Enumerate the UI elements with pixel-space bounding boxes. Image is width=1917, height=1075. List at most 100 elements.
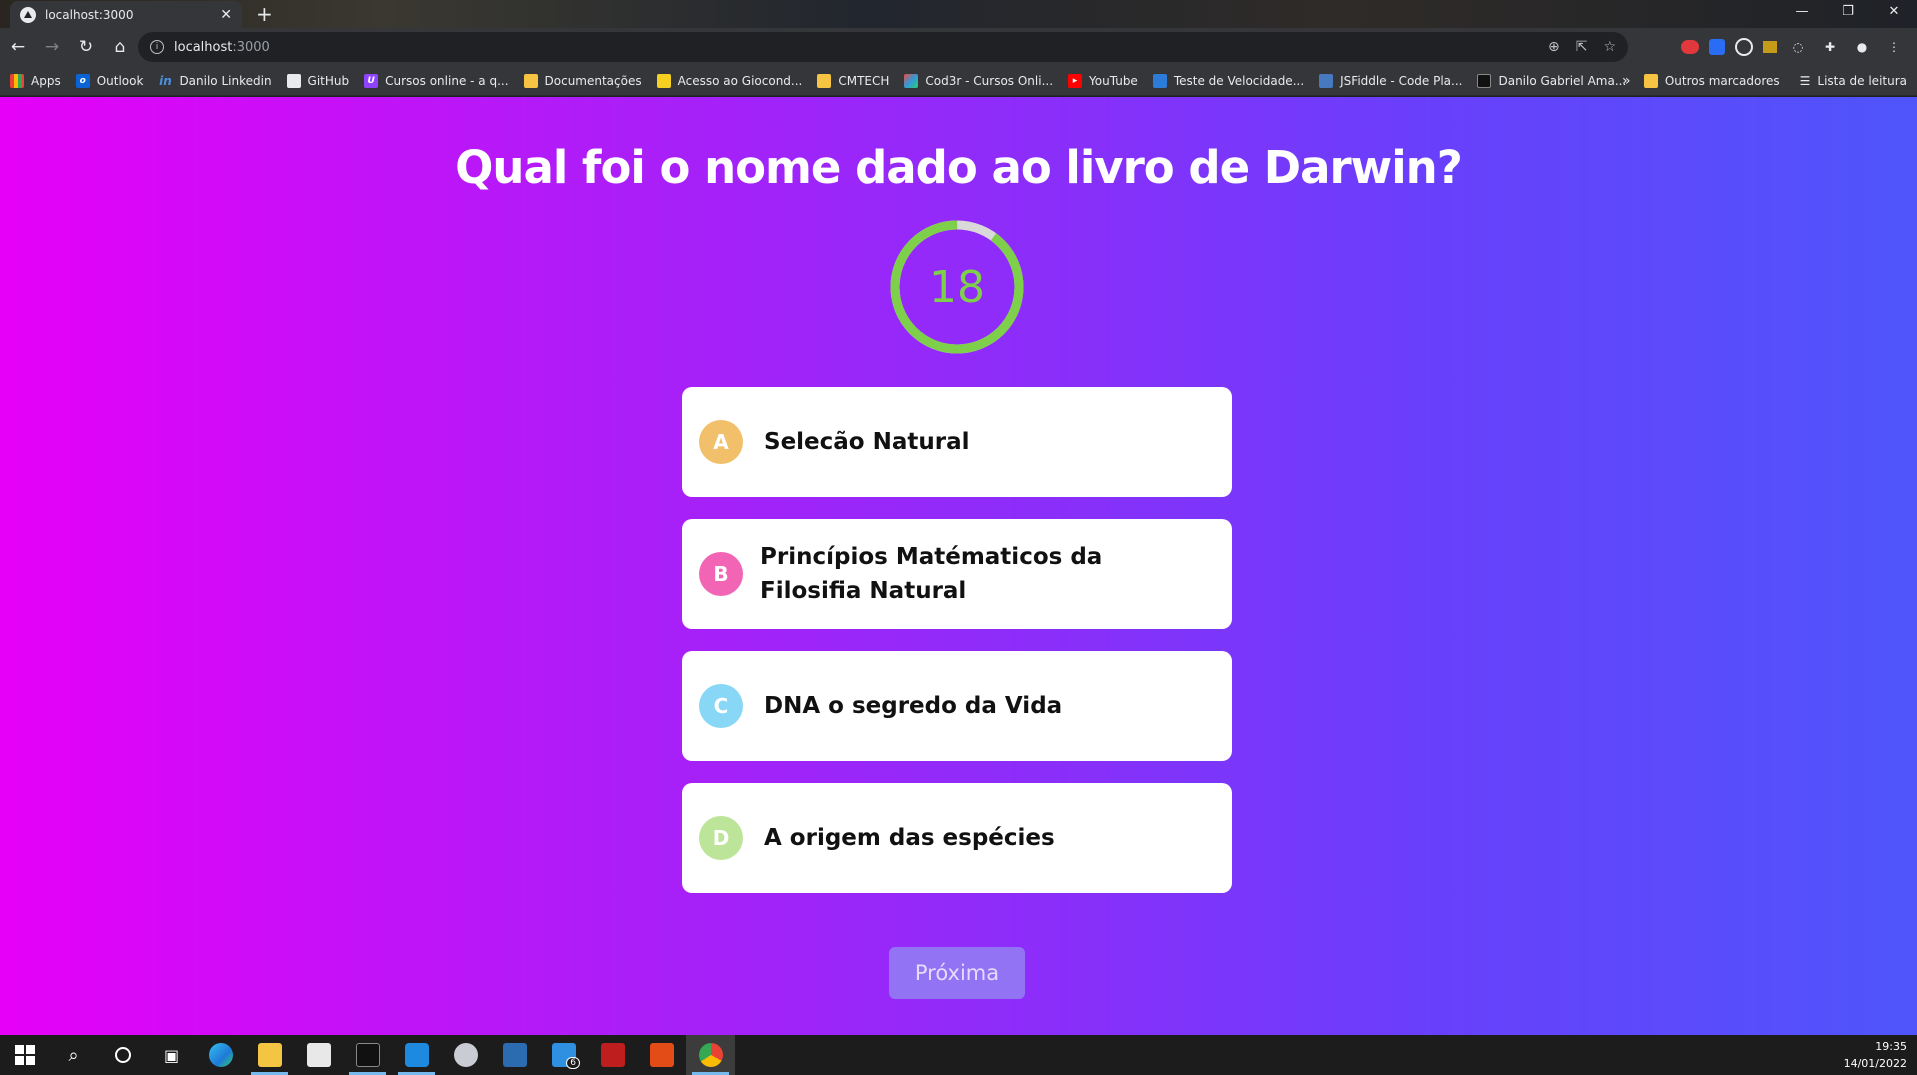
address-bar[interactable]: i localhost:3000 ⊕ ⇱ ☆ bbox=[138, 32, 1628, 62]
store-icon[interactable] bbox=[294, 1035, 343, 1075]
file-explorer-icon[interactable] bbox=[245, 1035, 294, 1075]
extension-yellow-icon[interactable] bbox=[1763, 41, 1777, 53]
browser-tab[interactable]: localhost:3000 ✕ bbox=[10, 1, 242, 28]
answer-letter-badge: C bbox=[699, 684, 743, 728]
tab-close-icon[interactable]: ✕ bbox=[220, 7, 232, 23]
bookmark-github[interactable]: GitHub bbox=[286, 73, 349, 88]
bookmark-speedtest[interactable]: Teste de Velocidade... bbox=[1152, 73, 1304, 88]
vscode-icon[interactable] bbox=[392, 1035, 441, 1075]
back-icon[interactable]: ← bbox=[2, 31, 34, 63]
timer-value: 18 bbox=[929, 261, 985, 313]
extension-circle-icon[interactable] bbox=[1735, 38, 1753, 56]
speedtest-icon bbox=[1152, 73, 1167, 88]
new-tab-button[interactable]: + bbox=[256, 2, 273, 26]
window-controls: — ❐ ✕ bbox=[1779, 0, 1917, 22]
folder-icon bbox=[1643, 74, 1658, 88]
mail-badge: 6 bbox=[566, 1057, 580, 1069]
search-icon[interactable]: ⌕ bbox=[49, 1035, 98, 1075]
mail-icon[interactable]: 6 bbox=[539, 1035, 588, 1075]
answer-option-b[interactable]: B Princípios Matématicos da Filosifia Na… bbox=[682, 519, 1232, 629]
start-windows-icon[interactable] bbox=[0, 1035, 49, 1075]
address-url[interactable]: localhost:3000 bbox=[174, 40, 1538, 55]
extension-red-icon[interactable] bbox=[1681, 40, 1699, 54]
extension-blue-icon[interactable] bbox=[1709, 39, 1725, 55]
answer-letter-badge: B bbox=[699, 552, 743, 596]
bookmarks-right: Outros marcadores ☰ Lista de leitura bbox=[1643, 66, 1907, 96]
cod3r-icon bbox=[904, 73, 919, 88]
home-icon[interactable]: ⌂ bbox=[104, 31, 136, 63]
profile-avatar-icon[interactable]: ● bbox=[1851, 36, 1873, 58]
tab-favicon-icon bbox=[20, 6, 36, 23]
bookmark-documentacoes[interactable]: Documentações bbox=[523, 73, 642, 88]
reading-list[interactable]: ☰ Lista de leitura bbox=[1800, 74, 1907, 88]
more-bookmarks-chevron-icon[interactable]: » bbox=[1622, 66, 1631, 96]
tab-strip: localhost:3000 ✕ + — ❐ ✕ bbox=[0, 0, 1917, 28]
bookmark-cod3r[interactable]: Cod3r - Cursos Onli... bbox=[904, 73, 1053, 88]
chrome-icon[interactable] bbox=[686, 1035, 735, 1075]
bookmarks-bar: Apps o Outlook in Danilo Linkedin GitHub U… bbox=[0, 66, 1917, 96]
app-blue-icon[interactable] bbox=[490, 1035, 539, 1075]
windows-taskbar: ⌕ ▣ 6 19:35 14/01/2022 bbox=[0, 1035, 1917, 1075]
jsfiddle-icon bbox=[1319, 73, 1334, 88]
tab-title: localhost:3000 bbox=[45, 7, 134, 22]
terminal-icon[interactable] bbox=[343, 1035, 392, 1075]
course-icon: U bbox=[364, 73, 379, 88]
close-window-button[interactable]: ✕ bbox=[1871, 0, 1917, 22]
forward-icon[interactable]: → bbox=[36, 31, 68, 63]
answer-option-c[interactable]: C DNA o segredo da Vida bbox=[682, 651, 1232, 761]
chart-icon bbox=[656, 73, 671, 88]
folder-icon bbox=[817, 73, 832, 88]
extension-gray-icon[interactable]: ◌ bbox=[1787, 36, 1809, 58]
youtube-icon: ▸ bbox=[1068, 73, 1083, 88]
bookmark-danilo-gabriel[interactable]: Danilo Gabriel Ama... bbox=[1477, 73, 1626, 88]
answer-letter-badge: D bbox=[699, 816, 743, 860]
browser-toolbar: ← → ↻ ⌂ i localhost:3000 ⊕ ⇱ ☆ ◌ ✚ ● ⋮ bbox=[0, 28, 1917, 66]
bookmark-youtube[interactable]: ▸ YouTube bbox=[1068, 73, 1138, 88]
answer-option-d[interactable]: D A origem das espécies bbox=[682, 783, 1232, 893]
outlook-icon: o bbox=[75, 73, 90, 88]
countdown-timer: 18 bbox=[890, 220, 1024, 354]
restore-button[interactable]: ❐ bbox=[1825, 0, 1871, 22]
system-clock[interactable]: 19:35 14/01/2022 bbox=[1844, 1038, 1907, 1072]
answer-text: Princípios Matématicos da Filosifia Natu… bbox=[760, 544, 1103, 604]
other-bookmarks[interactable]: Outros marcadores bbox=[1643, 74, 1780, 88]
reading-list-icon: ☰ bbox=[1799, 74, 1811, 88]
bookmark-star-icon[interactable]: ☆ bbox=[1603, 39, 1616, 55]
apps-grid-icon bbox=[10, 73, 24, 88]
answer-letter-badge: A bbox=[699, 420, 743, 464]
extensions-puzzle-icon[interactable]: ✚ bbox=[1819, 36, 1841, 58]
omnibox-actions: ⊕ ⇱ ☆ bbox=[1548, 39, 1616, 55]
share-icon[interactable]: ⇱ bbox=[1576, 39, 1588, 55]
quiz-page: Qual foi o nome dado ao livro de Darwin?… bbox=[0, 97, 1917, 1035]
answer-text: A origem das espécies bbox=[764, 825, 1055, 851]
clock-time: 19:35 bbox=[1875, 1040, 1907, 1053]
bookmark-giocond[interactable]: Acesso ao Giocond... bbox=[656, 73, 802, 88]
edge-icon[interactable] bbox=[196, 1035, 245, 1075]
bookmark-cursos[interactable]: U Cursos online - a q... bbox=[364, 73, 509, 88]
app-gray-icon[interactable] bbox=[441, 1035, 490, 1075]
office-icon[interactable] bbox=[637, 1035, 686, 1075]
bookmark-jsfiddle[interactable]: JSFiddle - Code Pla... bbox=[1319, 73, 1462, 88]
answer-option-a[interactable]: A Selecão Natural bbox=[682, 387, 1232, 497]
clock-date: 14/01/2022 bbox=[1843, 1057, 1907, 1070]
site-info-icon[interactable]: i bbox=[150, 40, 164, 54]
answer-text: Selecão Natural bbox=[764, 429, 970, 455]
bookmark-apps[interactable]: Apps bbox=[10, 73, 61, 88]
menu-kebab-icon[interactable]: ⋮ bbox=[1883, 36, 1905, 58]
bookmark-outlook[interactable]: o Outlook bbox=[75, 73, 143, 88]
bookmark-linkedin[interactable]: in Danilo Linkedin bbox=[158, 74, 271, 88]
task-view-icon[interactable]: ▣ bbox=[147, 1035, 196, 1075]
bookmark-icon bbox=[1477, 73, 1492, 88]
next-button[interactable]: Próxima bbox=[889, 947, 1025, 999]
linkedin-icon: in bbox=[159, 73, 172, 88]
github-icon bbox=[286, 73, 301, 88]
filezilla-icon[interactable] bbox=[588, 1035, 637, 1075]
bookmark-cmtech[interactable]: CMTECH bbox=[817, 73, 889, 88]
zoom-icon[interactable]: ⊕ bbox=[1548, 39, 1560, 55]
reload-icon[interactable]: ↻ bbox=[70, 31, 102, 63]
folder-icon bbox=[523, 73, 538, 88]
minimize-button[interactable]: — bbox=[1779, 0, 1825, 22]
answer-text: DNA o segredo da Vida bbox=[764, 693, 1063, 719]
cortana-icon[interactable] bbox=[98, 1035, 147, 1075]
question-title: Qual foi o nome dado ao livro de Darwin? bbox=[455, 141, 1463, 194]
